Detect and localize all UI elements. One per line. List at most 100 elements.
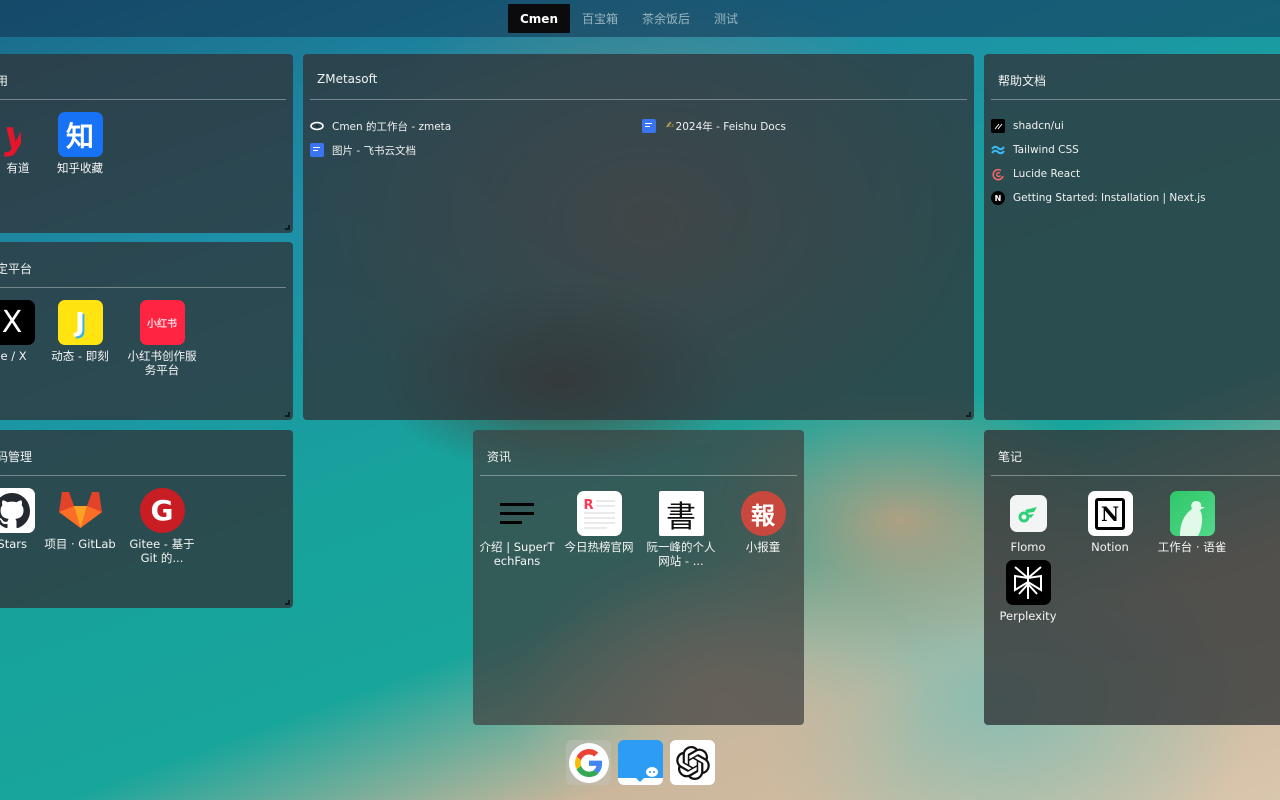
app-youdao[interactable]: y 有道 xyxy=(0,112,39,175)
link-feishu-images[interactable]: 图片 - 飞书云文档 xyxy=(310,138,451,162)
panel-title: 码管理 xyxy=(0,450,33,464)
google-icon xyxy=(568,742,609,783)
youdao-icon: y xyxy=(0,112,21,157)
link-2024-feishu[interactable]: ✍ 2024年 - Feishu Docs xyxy=(642,114,786,138)
dock-chat-book[interactable] xyxy=(618,740,663,785)
x-icon: X xyxy=(0,300,35,345)
app-gitlab[interactable]: 项目 · GitLab xyxy=(39,488,121,565)
app-perplexity[interactable]: Perplexity xyxy=(987,560,1069,623)
pencil-emoji-icon: ✍ xyxy=(666,121,674,131)
tailwind-icon xyxy=(991,143,1005,157)
panel-title: 定平台 xyxy=(0,262,33,276)
panel-code: 码管理 r Stars 项目 · GitLab G Gitee - 基于 Git… xyxy=(0,430,293,608)
ruanyifeng-icon: 書 xyxy=(658,491,704,536)
link-label: Getting Started: Installation | Next.js xyxy=(1013,192,1206,204)
app-label: 小报童 xyxy=(745,540,781,554)
tab-bar: Cmen 百宝箱 茶余饭后 测试 xyxy=(508,4,750,33)
app-x[interactable]: X me / X xyxy=(0,300,39,377)
app-zhihu[interactable]: 知 知乎收藏 xyxy=(39,112,121,175)
app-notion[interactable]: N Notion xyxy=(1069,491,1151,554)
panel-title: 用 xyxy=(0,74,9,88)
link-shadcn[interactable]: shadcn/ui xyxy=(991,114,1206,138)
app-supertechfans[interactable]: 介绍 | SuperTechFans xyxy=(476,491,558,568)
app-rebang[interactable]: R 今日热榜官网 xyxy=(558,491,640,568)
app-gitee[interactable]: G Gitee - 基于 Git 的... xyxy=(121,488,203,565)
panel-news: 资讯 介绍 | SuperTechFans R 今日热榜官网 書 阮一峰的个人网… xyxy=(473,430,804,725)
dock-google[interactable] xyxy=(566,740,611,785)
tab-cmen[interactable]: Cmen xyxy=(508,4,570,33)
app-label: Gitee - 基于 Git 的... xyxy=(129,537,195,565)
dock-chatgpt[interactable] xyxy=(670,740,715,785)
resize-handle[interactable] xyxy=(285,412,290,417)
app-label: 有道 xyxy=(6,161,30,175)
app-label: 项目 · GitLab xyxy=(44,537,116,551)
app-jike[interactable]: J 动态 - 即刻 xyxy=(39,300,121,377)
perplexity-icon xyxy=(1005,560,1051,605)
feishu-doc-icon xyxy=(642,119,656,133)
notion-glyph: N xyxy=(1095,497,1125,530)
feishu-doc-icon xyxy=(310,143,324,157)
xiaobaotong-icon: 報 xyxy=(740,491,786,536)
resize-handle[interactable] xyxy=(285,600,290,605)
divider xyxy=(480,475,797,476)
menu-lines-icon xyxy=(495,491,540,536)
link-label: Cmen 的工作台 - zmeta xyxy=(332,120,452,133)
gitlab-icon xyxy=(58,488,103,533)
app-yuque[interactable]: 工作台 · 语雀 xyxy=(1151,491,1233,554)
resize-handle[interactable] xyxy=(966,412,971,417)
link-tailwind[interactable]: Tailwind CSS xyxy=(991,138,1206,162)
openai-icon xyxy=(675,745,710,780)
app-label: 阮一峰的个人网站 - ... xyxy=(646,540,716,568)
app-label: 动态 - 即刻 xyxy=(51,349,109,363)
flomo-icon xyxy=(1009,495,1047,532)
panel-social: 定平台 X me / X J 动态 - 即刻 小红书 小红书创作服务平台 xyxy=(0,242,293,420)
app-ruanyifeng[interactable]: 書 阮一峰的个人网站 - ... xyxy=(640,491,722,568)
dock xyxy=(566,740,715,785)
link-label: Lucide React xyxy=(1013,168,1081,180)
app-label: r Stars xyxy=(0,537,27,551)
app-xiaohongshu[interactable]: 小红书 小红书创作服务平台 xyxy=(121,300,203,377)
app-flomo[interactable]: Flomo xyxy=(987,491,1069,554)
app-label: 知乎收藏 xyxy=(57,161,103,175)
link-label: Tailwind CSS xyxy=(1013,144,1079,156)
app-label: Perplexity xyxy=(999,609,1057,623)
eye-icon xyxy=(310,119,324,133)
shadcn-icon xyxy=(991,119,1005,133)
app-label: 工作台 · 语雀 xyxy=(1157,540,1227,554)
panel-title: ZMetasoft xyxy=(317,72,378,86)
app-label: Notion xyxy=(1091,540,1129,554)
divider xyxy=(310,99,967,100)
nextjs-icon: N xyxy=(991,191,1005,205)
link-nextjs[interactable]: N Getting Started: Installation | Next.j… xyxy=(991,186,1206,210)
panel-notes: 笔记 Flomo N Notion 工作台 · 语雀 Perplexity xyxy=(984,430,1280,725)
panel-title: 笔记 xyxy=(998,450,1023,464)
yuque-icon xyxy=(1169,491,1215,536)
divider xyxy=(991,99,1280,100)
app-label: me / X xyxy=(0,349,27,363)
divider xyxy=(0,287,286,288)
panel-zmetasoft: ZMetasoft Cmen 的工作台 - zmeta 图片 - 飞书云文档 ✍… xyxy=(303,54,974,420)
chat-book-icon xyxy=(618,767,663,785)
app-github-stars[interactable]: r Stars xyxy=(0,488,39,565)
link-lucide[interactable]: Lucide React xyxy=(991,162,1206,186)
tab-baibaoxiang[interactable]: 百宝箱 xyxy=(570,4,630,33)
app-label: Flomo xyxy=(1010,540,1046,554)
xiaohongshu-icon: 小红书 xyxy=(139,300,185,345)
divider xyxy=(991,475,1280,476)
tab-chayufanhou[interactable]: 茶余饭后 xyxy=(630,4,702,33)
panel-docs: 帮助文档 shadcn/ui Tailwind CSS Lucide React… xyxy=(984,54,1280,420)
svg-text:y: y xyxy=(4,113,21,157)
app-label: 介绍 | SuperTechFans xyxy=(479,540,555,568)
tab-ceshi[interactable]: 测试 xyxy=(702,4,750,33)
panel-title: 帮助文档 xyxy=(998,74,1047,88)
link-label: 2024年 - Feishu Docs xyxy=(675,120,786,133)
jike-icon: J xyxy=(57,300,103,345)
resize-handle[interactable] xyxy=(285,225,290,230)
divider xyxy=(0,99,286,100)
app-xiaobaotong[interactable]: 報 小报童 xyxy=(722,491,804,568)
lucide-icon xyxy=(991,167,1005,181)
notion-icon: N xyxy=(1087,491,1133,536)
link-cmen-workspace[interactable]: Cmen 的工作台 - zmeta xyxy=(310,114,451,138)
app-label: 小红书创作服务平台 xyxy=(127,349,197,377)
panel-title: 资讯 xyxy=(487,450,512,464)
